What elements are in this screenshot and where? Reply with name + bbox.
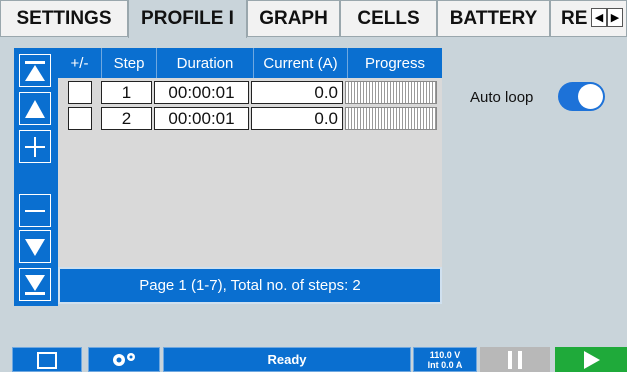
tab-cells[interactable]: CELLS bbox=[340, 0, 437, 37]
bottom-bar: Ready 110.0 V Int 0.0 A bbox=[0, 338, 627, 372]
tab-battery[interactable]: BATTERY bbox=[437, 0, 550, 37]
step-cell: 2 bbox=[101, 107, 152, 130]
pause-button[interactable] bbox=[480, 347, 550, 372]
first-page-icon[interactable] bbox=[19, 54, 51, 87]
down-arrow-icon[interactable] bbox=[19, 230, 51, 263]
current-cell[interactable]: 0.0 bbox=[251, 81, 343, 104]
plus-icon[interactable] bbox=[19, 130, 51, 163]
minus-icon[interactable] bbox=[19, 194, 51, 227]
up-arrow-icon[interactable] bbox=[19, 92, 51, 125]
column-header: Step bbox=[102, 48, 157, 78]
row-select-checkbox[interactable] bbox=[68, 81, 92, 104]
tab-profile-i[interactable]: PROFILE I bbox=[128, 0, 247, 38]
app-window: SETTINGS PROFILE I GRAPH CELLS BATTERY R… bbox=[0, 0, 627, 372]
steps-table: +/- Step Duration Current (A) Progress 1… bbox=[58, 48, 442, 304]
current-cell[interactable]: 0.0 bbox=[251, 107, 343, 130]
progress-bar bbox=[345, 81, 437, 104]
duration-cell[interactable]: 00:00:01 bbox=[154, 107, 249, 130]
toggle-knob bbox=[578, 84, 603, 109]
duration-cell[interactable]: 00:00:01 bbox=[154, 81, 249, 104]
folder-icon bbox=[37, 351, 57, 369]
autoloop-toggle[interactable] bbox=[558, 82, 605, 111]
step-cell: 1 bbox=[101, 81, 152, 104]
tab-scroll-left-icon[interactable]: ◀ bbox=[591, 8, 607, 27]
row-select-checkbox[interactable] bbox=[68, 107, 92, 130]
pause-icon bbox=[508, 350, 522, 369]
tab-bar: SETTINGS PROFILE I GRAPH CELLS BATTERY R… bbox=[0, 0, 627, 38]
voltage-value: 110.0 V bbox=[429, 349, 461, 360]
table-row[interactable]: 1 00:00:01 0.0 bbox=[58, 81, 442, 105]
play-icon bbox=[584, 350, 600, 369]
status-bar: Ready bbox=[163, 347, 411, 372]
last-page-icon[interactable] bbox=[19, 268, 51, 301]
column-header: +/- bbox=[58, 48, 102, 78]
tab-settings[interactable]: SETTINGS bbox=[0, 0, 128, 37]
table-header: +/- Step Duration Current (A) Progress bbox=[58, 48, 442, 78]
column-header: Duration bbox=[157, 48, 254, 78]
gears-icon bbox=[113, 352, 135, 366]
voltage-current-readout: 110.0 V Int 0.0 A bbox=[413, 347, 477, 372]
tab-divider bbox=[0, 36, 128, 37]
column-header: Current (A) bbox=[254, 48, 348, 78]
current-value: Int 0.0 A bbox=[427, 359, 463, 370]
autoloop-label: Auto loop bbox=[470, 89, 534, 106]
table-pagination: Page 1 (1-7), Total no. of steps: 2 bbox=[58, 267, 442, 304]
tab-divider bbox=[247, 36, 627, 37]
folder-button[interactable] bbox=[12, 347, 82, 372]
side-nav bbox=[14, 48, 58, 306]
tab-graph[interactable]: GRAPH bbox=[247, 0, 340, 37]
status-text: Ready bbox=[267, 352, 307, 367]
play-button[interactable] bbox=[555, 347, 627, 372]
tab-scroll-right-icon[interactable]: ▶ bbox=[607, 8, 623, 27]
settings-button[interactable] bbox=[88, 347, 160, 372]
progress-bar bbox=[345, 107, 437, 130]
column-header: Progress bbox=[364, 54, 426, 72]
table-row[interactable]: 2 00:00:01 0.0 bbox=[58, 107, 442, 131]
pagination-text: Page 1 (1-7), Total no. of steps: 2 bbox=[139, 277, 361, 294]
